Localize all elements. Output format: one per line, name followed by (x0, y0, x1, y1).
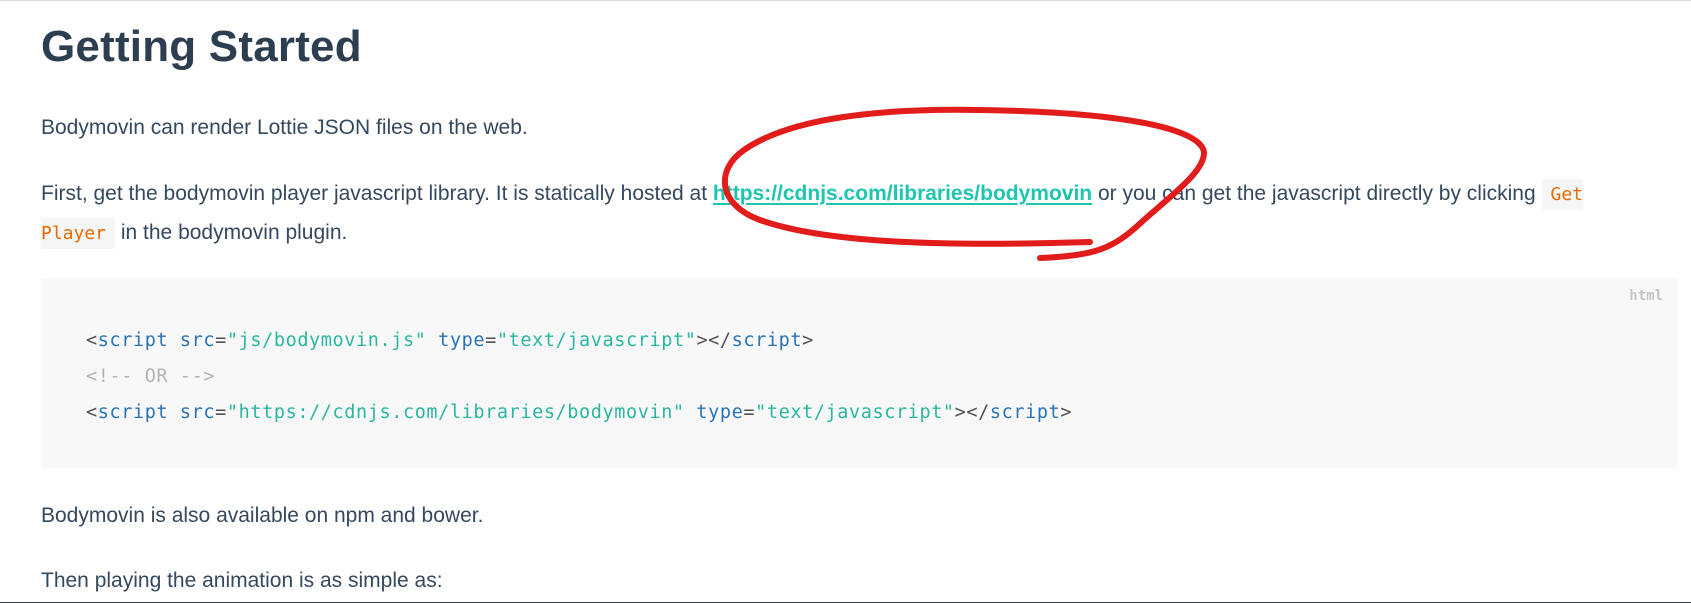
code-language-label: html (1629, 288, 1663, 304)
code-token: ></ (696, 330, 732, 351)
intro-paragraph: Bodymovin can render Lottie JSON files o… (41, 116, 528, 139)
library-text-middle: or you can get the javascript directly b… (1092, 182, 1542, 205)
code-token: < (86, 402, 98, 423)
page-title: Getting Started (41, 22, 362, 71)
code-token: ></ (954, 402, 990, 423)
code-token: script (97, 402, 169, 423)
code-line-1: <script src="js/bodymovin.js" type="text… (86, 323, 1072, 359)
code-lines: <script src="js/bodymovin.js" type="text… (86, 323, 1072, 431)
code-token: = (215, 330, 227, 351)
code-token: "js/bodymovin.js" (226, 330, 427, 351)
library-text-start: First, get the bodymovin player javascri… (41, 182, 713, 205)
top-divider (0, 0, 1691, 1)
code-token: = (485, 330, 497, 351)
code-token: src (168, 402, 216, 423)
usage-paragraph: Then playing the animation is as simple … (41, 569, 443, 592)
code-line-3: <script src="https://cdnjs.com/libraries… (86, 395, 1072, 431)
code-token: > (802, 330, 814, 351)
code-token: src (168, 330, 216, 351)
code-token: = (215, 402, 227, 423)
code-token: = (743, 402, 756, 423)
code-token: script (731, 330, 803, 351)
code-token: > (1060, 402, 1073, 423)
code-token: type (426, 330, 486, 351)
library-paragraph: First, get the bodymovin player javascri… (41, 175, 1661, 253)
code-line-2: <!-- OR --> (86, 366, 216, 387)
library-text-end: in the bodymovin plugin. (115, 221, 348, 244)
code-block[interactable]: html <script src="js/bodymovin.js" type=… (41, 278, 1677, 468)
code-token: script (97, 330, 169, 351)
npm-paragraph: Bodymovin is also available on npm and b… (41, 504, 484, 527)
code-token: < (86, 330, 98, 351)
code-token: script (989, 402, 1061, 423)
code-token: "text/javascript" (496, 330, 697, 351)
cdnjs-link[interactable]: https://cdnjs.com/libraries/bodymovin (713, 182, 1092, 205)
code-token: "https://cdnjs.com/libraries/bodymovin" (226, 402, 685, 423)
code-token: "text/javascript" (755, 402, 955, 423)
code-token: type (684, 402, 744, 423)
